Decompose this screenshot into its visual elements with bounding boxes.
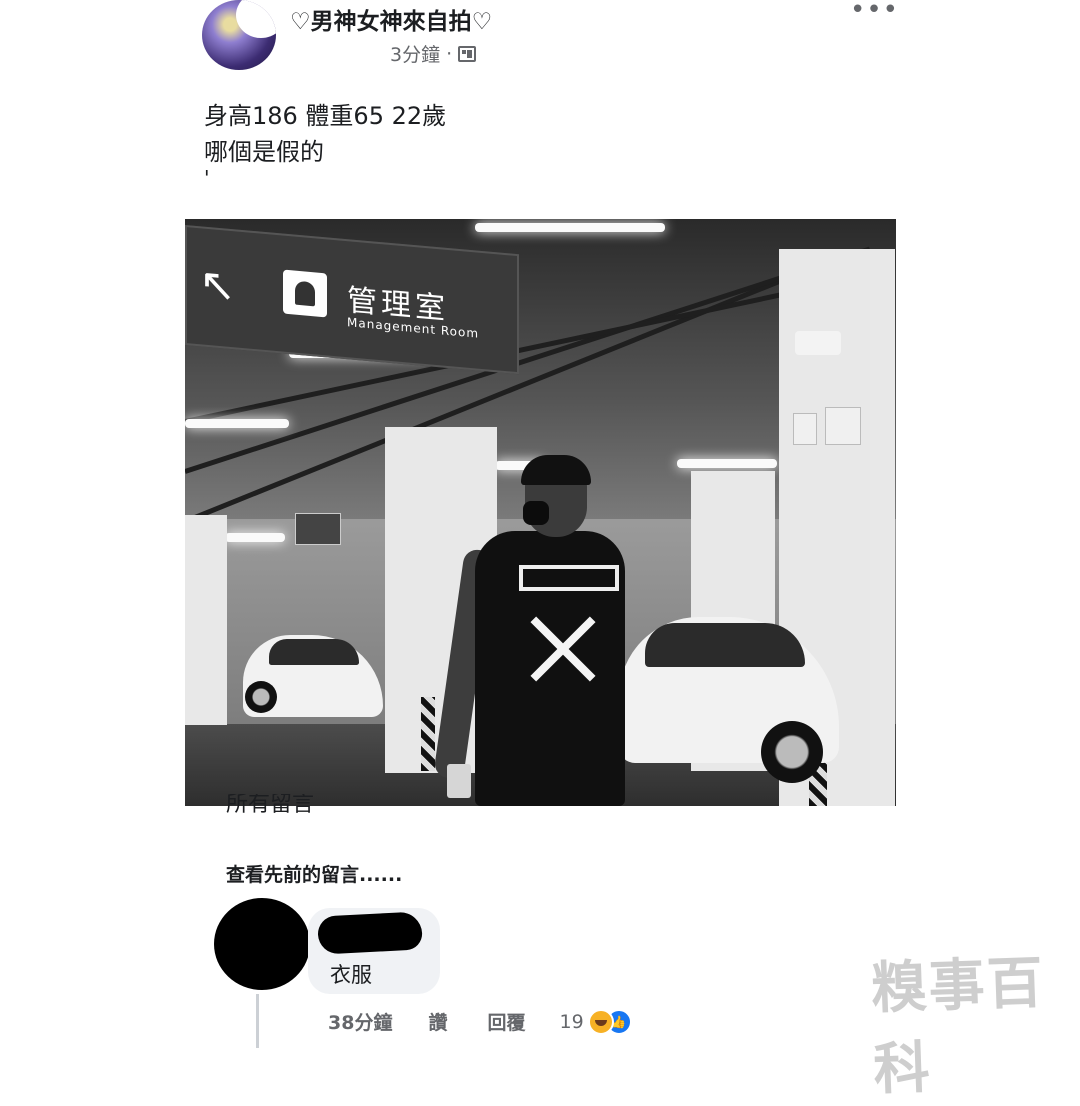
ceiling-light: [677, 459, 777, 468]
comment-actions: 38分鐘 讚 回覆 19 👍: [328, 1008, 632, 1035]
security-camera: [795, 331, 841, 355]
page-name[interactable]: ♡男神女神來自拍♡: [290, 2, 492, 36]
watermark: 糗事百科: [869, 950, 1046, 1103]
haha-icon[interactable]: [587, 1008, 614, 1035]
car-window: [645, 623, 805, 667]
comment-text: 衣服: [330, 963, 372, 987]
arrow-up-left-icon: ↖: [199, 258, 236, 313]
post-text-line: ': [204, 166, 210, 190]
like-button[interactable]: 讚: [428, 1008, 447, 1035]
post-text-line: 身高186 體重65 22歲: [204, 102, 447, 130]
person-icon: [283, 269, 327, 318]
garage-pillar: [185, 515, 227, 725]
ceiling-light: [185, 419, 289, 428]
post-meta: 3分鐘 ·: [390, 40, 477, 67]
shirt-print-arrows: [527, 613, 597, 683]
comment-time[interactable]: 38分鐘: [328, 1008, 392, 1035]
more-horizontal-icon[interactable]: •••: [850, 0, 898, 24]
ceiling-light: [225, 533, 285, 542]
redacted-commenter-name: [317, 911, 423, 955]
small-direction-sign: [295, 513, 341, 545]
car-window: [269, 639, 359, 665]
wall-box: [825, 407, 861, 445]
ceiling-light: [475, 223, 665, 232]
commenter-avatar[interactable]: [214, 898, 310, 990]
car-wheel: [761, 721, 823, 783]
pillar-hazard-stripe: [421, 697, 435, 771]
reaction-count[interactable]: 19: [559, 1011, 583, 1033]
comments-filter-label[interactable]: 所有留言: [226, 794, 314, 816]
view-previous-comments[interactable]: 查看先前的留言......: [226, 860, 402, 887]
thread-line: [256, 994, 259, 1048]
page-avatar[interactable]: [202, 0, 276, 70]
post-text: 身高186 體重65 22歲 哪個是假的 ': [204, 98, 447, 190]
post-time[interactable]: 3分鐘: [390, 40, 440, 67]
reply-button[interactable]: 回覆: [487, 1008, 525, 1035]
cup: [447, 764, 471, 798]
post-text-line: 哪個是假的: [204, 138, 324, 166]
car-wheel: [245, 681, 277, 713]
face-mask: [523, 501, 549, 525]
shirt-print: [519, 565, 619, 591]
post-photo[interactable]: ↖ 管理室 Management Room: [185, 219, 896, 806]
wall-box: [793, 413, 817, 445]
meta-separator: ·: [446, 42, 453, 65]
friends-audience-icon: [458, 45, 477, 62]
